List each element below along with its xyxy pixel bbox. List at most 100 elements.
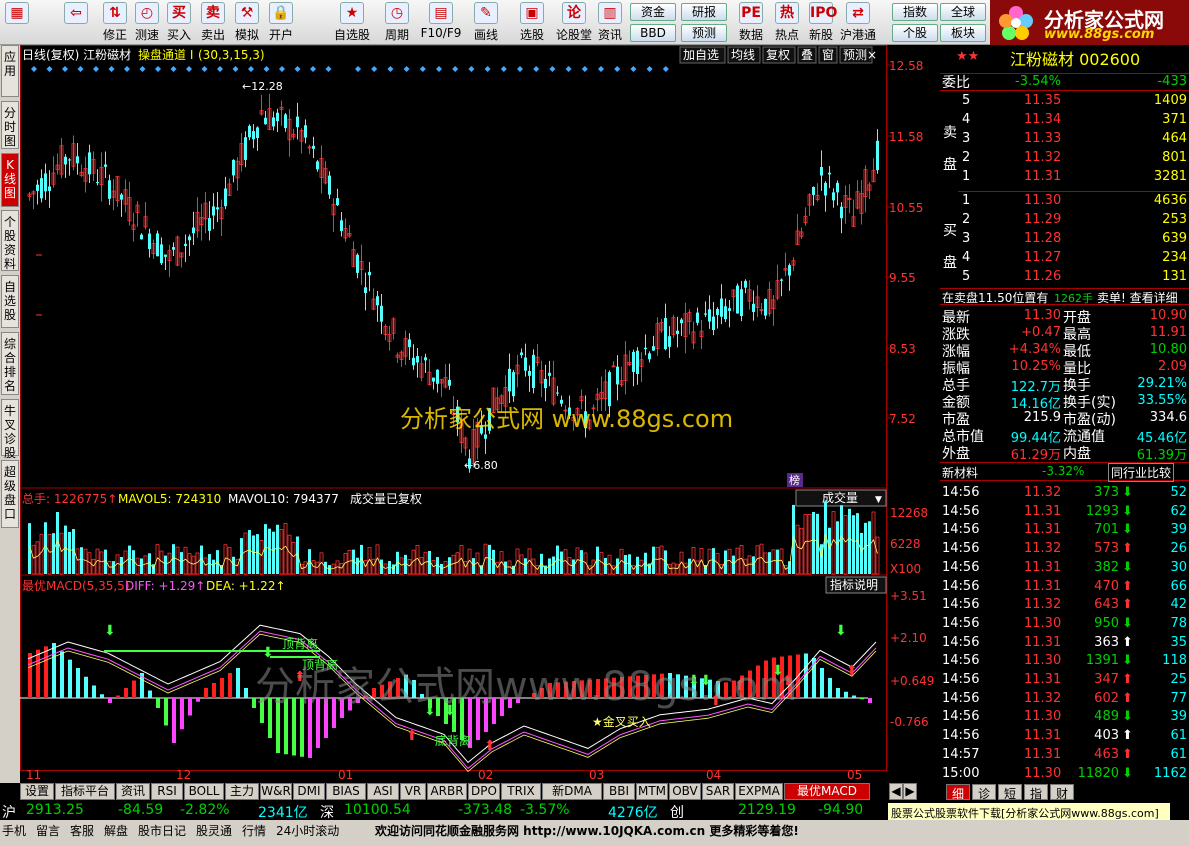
left-tab-3[interactable]: K线图 [1,153,19,207]
left-tab-8[interactable]: 超级盘口 [1,460,19,528]
toolbar-button-13[interactable]: ▣ 选股 [512,2,552,42]
left-tab-5[interactable]: 自选股 [1,275,19,328]
quick-button-2[interactable]: 研报 [681,3,727,21]
footer-banner[interactable]: 欢迎访问同花顺金融服务网 http://www.10JQKA.com.cn 更多… [375,822,799,839]
indicator-tab-2[interactable]: 指标平台 [55,783,115,800]
sell-price[interactable]: 11.32 [1024,150,1061,165]
indicator-tab-20[interactable]: EXPMA [735,783,783,800]
quick-button-7[interactable]: 个股 [892,24,938,42]
volume-bar [203,557,208,575]
toolbar-button-7[interactable]: ⚒ 模拟 [230,2,264,42]
indicator-tab-16[interactable]: BBI [603,783,635,800]
footer-link-5[interactable]: 股市日记 [138,822,186,839]
indicator-tab-4[interactable]: RSI [151,783,183,800]
indicator-tab-17[interactable]: MTM [636,783,668,800]
notice-link[interactable]: 卖单! 查看详细 [1097,289,1178,306]
indicator-tab-13[interactable]: DPO [468,783,500,800]
quick-button-3[interactable]: BBD [630,24,676,42]
quick-button-8[interactable]: 板块 [940,24,986,42]
toolbar-button-3[interactable]: ⇅ 修正 [98,2,132,42]
indicator-tab-15[interactable]: 新DMA [542,783,602,800]
tick-time: 14:56 [942,709,980,725]
toolbar-button-9[interactable]: ★ 自选股 [330,2,374,42]
indicator-tab-9[interactable]: BIAS [326,783,366,800]
footer-link-8[interactable]: 24小时滚动 [276,822,339,839]
left-tab-7[interactable]: 牛叉诊股 [1,399,19,460]
toolbar-button-15[interactable]: ▥ 资讯 [595,2,625,42]
signal-diamond [500,66,507,72]
indicator-tab-11[interactable]: VR [400,783,426,800]
footer-link-2[interactable]: 留言 [36,822,60,839]
toolbar-button-11[interactable]: ▤ F10/F9 [418,2,464,42]
right-tab-2[interactable]: 诊 [972,784,996,801]
sector-compare-button[interactable]: 同行业比较 [1108,463,1175,482]
buy-price[interactable]: 11.30 [1024,193,1061,208]
left-tab-4[interactable]: 个股资料 [1,210,19,271]
toolbar-button-1[interactable]: ▦ [3,2,31,42]
footer-link-1[interactable]: 手机 [2,822,26,839]
buy-price[interactable]: 11.27 [1024,250,1061,265]
indicator-tab-5[interactable]: BOLL [184,783,224,800]
toolbar-button-18[interactable]: IPO 新股 [806,2,837,42]
sell-price[interactable]: 11.33 [1024,131,1061,146]
indicator-tab-8[interactable]: DMI [293,783,325,800]
toolbar-button-8[interactable]: 🔒 开户 [264,2,298,42]
buy-price[interactable]: 11.29 [1024,212,1061,227]
kline-y-tick: 11.58 [889,130,923,144]
left-tab-6[interactable]: 综合排名 [1,332,19,395]
quick-button-1[interactable]: 资金 [630,3,676,21]
ad-banner[interactable]: 股票公式股票软件下载[分析家公式网www.88gs.com] [888,803,1170,821]
indicator-tab-10[interactable]: ASI [367,783,399,800]
pe-icon: PE [739,2,763,24]
left-tab-2[interactable]: 分时图 [1,101,19,149]
toolbar-button-5[interactable]: 买买入 [162,2,196,42]
sell-price[interactable]: 11.31 [1024,169,1061,184]
sell-price[interactable]: 11.34 [1024,112,1061,127]
right-tab-3[interactable]: 短 [998,784,1022,801]
right-tab-5[interactable]: 财 [1050,784,1074,801]
indicator-tab-18[interactable]: OBV [669,783,701,800]
toolbar-button-2[interactable]: ⇦ [58,2,94,42]
star-icon[interactable]: ★★ [956,49,979,64]
quick-button-6[interactable]: 全球 [940,3,986,21]
toolbar-button-4[interactable]: ◴ 测速 [132,2,162,42]
index-cy-label[interactable]: 创 [670,802,684,822]
indicator-tab-7[interactable]: W&R [260,783,292,800]
toolbar-button-6[interactable]: 卖卖出 [196,2,230,42]
footer-link-6[interactable]: 股灵通 [196,822,232,839]
indicator-tab-19[interactable]: SAR [702,783,734,800]
right-tab-4[interactable]: 指 [1024,784,1048,801]
toolbar-button-19[interactable]: ⇄ 沪港通 [840,2,876,42]
left-tab-1[interactable]: 应用 [1,45,19,97]
indicator-tab-3[interactable]: 资讯 [116,783,150,800]
toolbar-button-14[interactable]: 论论股堂 [556,2,592,42]
buy-price[interactable]: 11.28 [1024,231,1061,246]
footer-link-4[interactable]: 解盘 [104,822,128,839]
tick-time: 14:57 [942,746,980,762]
sell-price[interactable]: 11.35 [1024,93,1061,108]
macd-annotation: 顶背离 [282,636,318,651]
tab-scroll-left-icon[interactable]: ◀ [889,783,903,800]
indicator-tab-6[interactable]: 主力 [225,783,259,800]
toolbar-button-16[interactable]: PE 数据 [735,2,767,42]
buy-price[interactable]: 11.26 [1024,269,1061,284]
tab-scroll-right-icon[interactable]: ▶ [903,783,917,800]
quick-button-4[interactable]: 预测 [681,24,727,42]
indicator-tab-12[interactable]: ARBR [427,783,467,800]
toolbar-button-17[interactable]: 热热点 [770,2,804,42]
toolbar-button-12[interactable]: ✎ 画线 [466,2,506,42]
close-icon[interactable]: × [867,48,877,62]
indicator-tab-21[interactable]: 最优MACD [784,783,870,800]
indicator-tab-1[interactable]: 设置 [20,783,54,800]
volume-bar [407,559,412,575]
indicator-tab-14[interactable]: TRIX [501,783,541,800]
footer-link-7[interactable]: 行情 [242,822,266,839]
toolbar-button-10[interactable]: ◷ 周期 [380,2,414,42]
index-sh-label[interactable]: 沪 [2,802,16,822]
right-tab-1[interactable]: 细 [946,784,970,801]
candle-body [40,178,43,199]
quick-button-5[interactable]: 指数 [892,3,938,21]
index-sz-label[interactable]: 深 [320,802,334,822]
signal-diamond [248,66,254,72]
footer-link-3[interactable]: 客服 [70,822,94,839]
